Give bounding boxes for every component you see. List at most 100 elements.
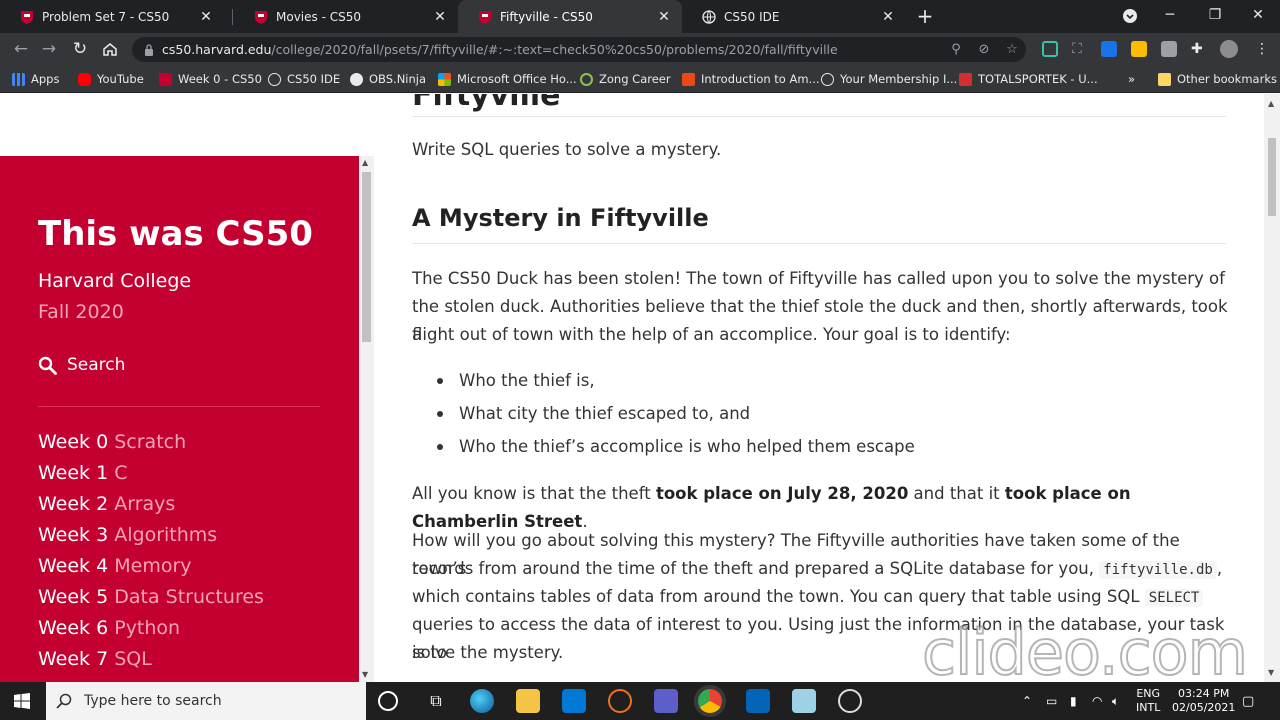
app-icon[interactable] (608, 689, 632, 713)
obs-icon[interactable] (838, 689, 862, 713)
scroll-up-arrow-icon[interactable]: ▲ (362, 158, 368, 167)
extension-icon[interactable] (1101, 41, 1117, 57)
minimize-icon[interactable]: ─ (1150, 0, 1190, 33)
tab-search-icon[interactable] (1110, 0, 1150, 33)
sidebar-item-week2[interactable]: Week 2 Arrays (38, 493, 175, 515)
volume-icon[interactable]: 🔈︎ (1112, 682, 1119, 720)
para1-line: The CS50 Duck has been stolen! The town … (412, 269, 1225, 288)
sidebar-item-week0[interactable]: Week 0 Scratch (38, 431, 186, 453)
tab-close-icon[interactable]: ✕ (432, 9, 448, 25)
sidebar-search[interactable]: Search (38, 355, 125, 375)
windows-logo-icon (438, 72, 451, 86)
scroll-down-arrow-icon[interactable]: ▼ (1268, 668, 1274, 677)
page-viewport: Fiftyville Write SQL queries to solve a … (0, 94, 1280, 682)
sidebar-divider (38, 406, 320, 407)
taskbar-search[interactable]: Type here to search (46, 682, 366, 720)
intro-text: Write SQL queries to solve a mystery. (412, 140, 722, 159)
cortana-icon[interactable] (378, 691, 398, 711)
bookmark-apps[interactable]: Apps (12, 71, 59, 87)
tab-close-icon[interactable]: ✕ (656, 9, 672, 25)
scrollbar-thumb[interactable] (1268, 138, 1276, 216)
home-icon[interactable] (99, 38, 121, 60)
tab-problem-set-7[interactable]: Problem Set 7 - CS50 ✕ (0, 0, 224, 33)
extension-icon[interactable] (1042, 41, 1058, 57)
profile-avatar[interactable] (1220, 40, 1238, 58)
restore-icon[interactable]: ❐ (1195, 0, 1235, 33)
sidebar-item-week5[interactable]: Week 5 Data Structures (38, 586, 264, 608)
file-explorer-icon[interactable] (516, 689, 540, 713)
scroll-up-arrow-icon[interactable]: ▲ (1268, 99, 1274, 108)
sidebar-item-week6[interactable]: Week 6 Python (38, 617, 180, 639)
sidebar-scrollbar[interactable]: ▲ ▼ (359, 156, 374, 682)
store-icon[interactable] (562, 689, 586, 713)
tracking-blocked-icon[interactable]: ⊘ (970, 42, 998, 57)
db-filename-code: fiftyville.db (1099, 561, 1217, 579)
course-brand[interactable]: This was CS50 (38, 214, 313, 254)
bookmark-intro-am[interactable]: Introduction to Am... (682, 71, 820, 87)
tab-cs50-ide[interactable]: CS50 IDE ✕ (682, 0, 906, 33)
sidebar-item-week3[interactable]: Week 3 Algorithms (38, 524, 217, 546)
task-view-icon[interactable]: ⧉ (424, 689, 448, 713)
extension-icon[interactable] (1131, 41, 1147, 57)
scroll-down-arrow-icon[interactable]: ▼ (362, 670, 368, 679)
windows-taskbar: Type here to search ⧉ ⌃ ▭ ▮ ◠ 🔈︎ ENG INTL… (0, 682, 1280, 720)
back-arrow-icon[interactable]: ← (10, 38, 32, 60)
language-indicator[interactable]: ENG INTL (1136, 682, 1160, 720)
tray-overflow-icon[interactable]: ⌃ (1022, 682, 1032, 720)
extension-icon[interactable] (1161, 41, 1177, 57)
meet-now-icon[interactable]: ▭ (1046, 682, 1057, 720)
tab-close-icon[interactable]: ✕ (198, 9, 214, 25)
sidebar-item-week1[interactable]: Week 1 C (38, 462, 128, 484)
sidebar-item-week7[interactable]: Week 7 SQL (38, 648, 152, 670)
tab-movies[interactable]: Movies - CS50 ✕ (234, 0, 458, 33)
page-title: Fiftyville (412, 94, 561, 113)
para1-line: flight out of town with the help of an a… (412, 325, 1011, 344)
app-icon[interactable] (792, 689, 816, 713)
bookmark-membership[interactable]: Your Membership I... (821, 71, 957, 87)
teams-icon[interactable] (654, 689, 678, 713)
edge-icon[interactable] (470, 689, 494, 713)
forward-arrow-icon[interactable]: → (38, 38, 60, 60)
bookmark-youtube[interactable]: YouTube (78, 71, 144, 87)
new-tab-plus-icon[interactable]: + (914, 5, 936, 27)
chrome-menu-icon[interactable]: ⋮ (1254, 41, 1270, 57)
bookmark-cs50-ide[interactable]: CS50 IDE (268, 71, 340, 87)
page-scrollbar[interactable]: ▲ ▼ (1264, 94, 1280, 682)
bookmark-star-icon[interactable]: ☆ (998, 42, 1026, 57)
bullet-dot (437, 444, 443, 450)
extensions-puzzle-icon[interactable]: ✚ (1191, 41, 1207, 57)
bookmark-totalsportek[interactable]: TOTALSPORTEK - U... (959, 71, 1098, 87)
bookmark-other[interactable]: Other bookmarks (1158, 71, 1277, 87)
bookmark-ms-office[interactable]: Microsoft Office Ho... (438, 71, 577, 87)
bookmark-zong[interactable]: Zong Career (580, 71, 671, 87)
zong-icon (580, 72, 593, 86)
screen-capture-icon[interactable]: ⛶ (1072, 41, 1088, 57)
reload-icon[interactable]: ↻ (69, 38, 91, 60)
start-button[interactable] (0, 682, 44, 720)
globe-icon (702, 9, 716, 24)
tab-fiftyville[interactable]: Fiftyville - CS50 ✕ (458, 0, 682, 33)
close-window-icon[interactable]: ✕ (1238, 0, 1278, 33)
bookmark-week0[interactable]: Week 0 - CS50 (159, 71, 262, 87)
notification-icon[interactable]: ▢ (1242, 682, 1254, 720)
bookmark-obs-ninja[interactable]: OBS.Ninja (350, 71, 426, 87)
search-icon (56, 693, 72, 709)
bookmarks-bar: Apps YouTube Week 0 - CS50 CS50 IDE OBS.… (0, 65, 1280, 93)
clock[interactable]: 03:24 PM 02/05/2021 (1172, 682, 1235, 720)
taskbar-search-placeholder: Type here to search (84, 693, 222, 709)
sidebar-item-week4[interactable]: Week 4 Memory (38, 555, 192, 577)
outlook-icon[interactable] (746, 689, 770, 713)
tab-close-icon[interactable]: ✕ (880, 9, 896, 25)
bookmarks-overflow-icon[interactable]: » (1128, 71, 1135, 87)
scrollbar-thumb[interactable] (362, 172, 371, 342)
chrome-icon[interactable] (698, 689, 722, 713)
course-icon (682, 72, 695, 86)
zoom-icon[interactable]: ⚲ (942, 42, 970, 57)
select-keyword-code: SELECT (1144, 589, 1204, 607)
wifi-icon[interactable]: ◠ (1092, 682, 1102, 720)
address-bar[interactable]: cs50.harvard.edu/college/2020/fall/psets… (132, 37, 1026, 62)
lock-icon (145, 43, 153, 56)
harvard-shield-icon (159, 72, 172, 86)
course-sidebar: This was CS50 Harvard College Fall 2020 … (0, 156, 359, 682)
battery-icon[interactable]: ▮ (1070, 682, 1077, 720)
